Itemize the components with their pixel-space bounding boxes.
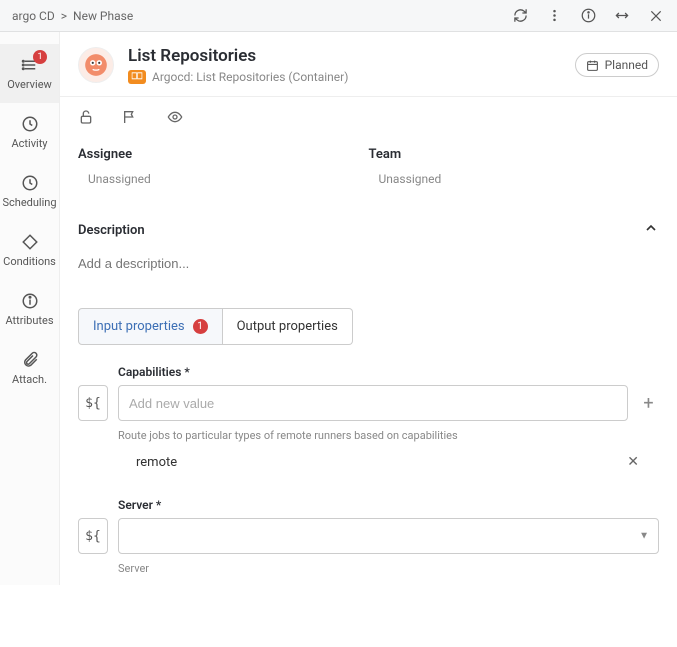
description-header: Description [78,220,659,240]
lock-icon[interactable] [78,109,94,129]
breadcrumb: argo CD > New Phase [12,9,511,23]
nav-conditions[interactable]: Conditions [0,221,59,280]
prop-label-server: Server * [118,498,659,512]
tab-badge: 1 [193,319,208,334]
tab-label: Input properties [93,319,185,334]
variable-button[interactable]: ${ [78,518,108,554]
nav-scheduling[interactable]: Scheduling [0,162,59,221]
breadcrumb-item[interactable]: New Phase [73,9,133,23]
action-row [60,97,677,137]
tab-label: Output properties [237,319,338,334]
breadcrumb-item[interactable]: argo CD [12,9,55,23]
nav-label: Overview [7,78,52,91]
nav-label: Scheduling [2,196,56,209]
nav-badge: 1 [33,50,47,64]
assignee-field: Assignee Unassigned [78,147,369,186]
capability-chip: remote ✕ [136,454,659,470]
header: List Repositories ⎕⎕ Argocd: List Reposi… [60,32,677,97]
topbar-actions [511,7,665,25]
calendar-icon [586,59,599,72]
close-icon[interactable] [647,7,665,25]
description-section: Description [60,190,677,278]
field-label: Assignee [78,147,369,162]
variable-button[interactable]: ${ [78,385,108,421]
tab-input-properties[interactable]: Input properties 1 [78,308,223,345]
field-value[interactable]: Unassigned [78,172,369,186]
title-col: List Repositories ⎕⎕ Argocd: List Reposi… [128,46,575,84]
chip-text: remote [136,455,627,470]
tab-output-properties[interactable]: Output properties [223,308,353,345]
chevron-up-icon[interactable] [643,220,659,240]
avatar [78,47,114,83]
prop-row-server: ${ ▼ [78,518,659,554]
container-icon: ⎕⎕ [128,70,146,84]
server-select[interactable] [118,518,659,554]
page-title: List Repositories [128,46,575,66]
info-icon[interactable] [579,7,597,25]
nav-attributes[interactable]: Attributes [0,280,59,339]
watch-icon[interactable] [166,109,184,129]
content: List Repositories ⎕⎕ Argocd: List Reposi… [60,32,677,585]
field-label: Team [369,147,660,162]
nav-label: Activity [11,137,47,150]
nav-label: Attach. [12,373,47,386]
description-label: Description [78,223,145,238]
status-text: Planned [605,58,648,72]
team-field: Team Unassigned [369,147,660,186]
server-select-wrap: ▼ [118,518,659,554]
prop-row-capabilities: ${ + [78,385,659,421]
refresh-icon[interactable] [511,7,529,25]
flag-icon[interactable] [122,109,138,129]
side-nav: Overview 1 Activity Scheduling Condition… [0,32,60,585]
status-button[interactable]: Planned [575,53,659,77]
nav-label: Conditions [3,255,56,268]
main: Overview 1 Activity Scheduling Condition… [0,32,677,585]
chip-remove-icon[interactable]: ✕ [627,454,659,470]
more-icon[interactable] [545,7,563,25]
nav-attach[interactable]: Attach. [0,339,59,398]
fields-row: Assignee Unassigned Team Unassigned [60,137,677,190]
prop-label-capabilities: Capabilities * [118,365,659,379]
nav-overview[interactable]: Overview 1 [0,44,59,103]
field-value[interactable]: Unassigned [369,172,660,186]
page-subtitle: ⎕⎕ Argocd: List Repositories (Container) [128,70,575,84]
nav-label: Attributes [5,314,53,327]
subtitle-text: Argocd: List Repositories (Container) [152,70,348,84]
nav-activity[interactable]: Activity [0,103,59,162]
breadcrumb-sep: > [61,9,67,23]
top-bar: argo CD > New Phase [0,0,677,32]
capabilities-input[interactable] [118,385,628,421]
tabs: Input properties 1 Output properties [78,308,677,345]
description-input[interactable] [78,256,659,271]
properties-section: Capabilities * ${ + Route jobs to partic… [60,345,677,585]
prop-help-server: Server [118,562,659,575]
prop-help-capabilities: Route jobs to particular types of remote… [118,429,659,442]
add-value-button[interactable]: + [638,385,659,421]
expand-icon[interactable] [613,7,631,25]
